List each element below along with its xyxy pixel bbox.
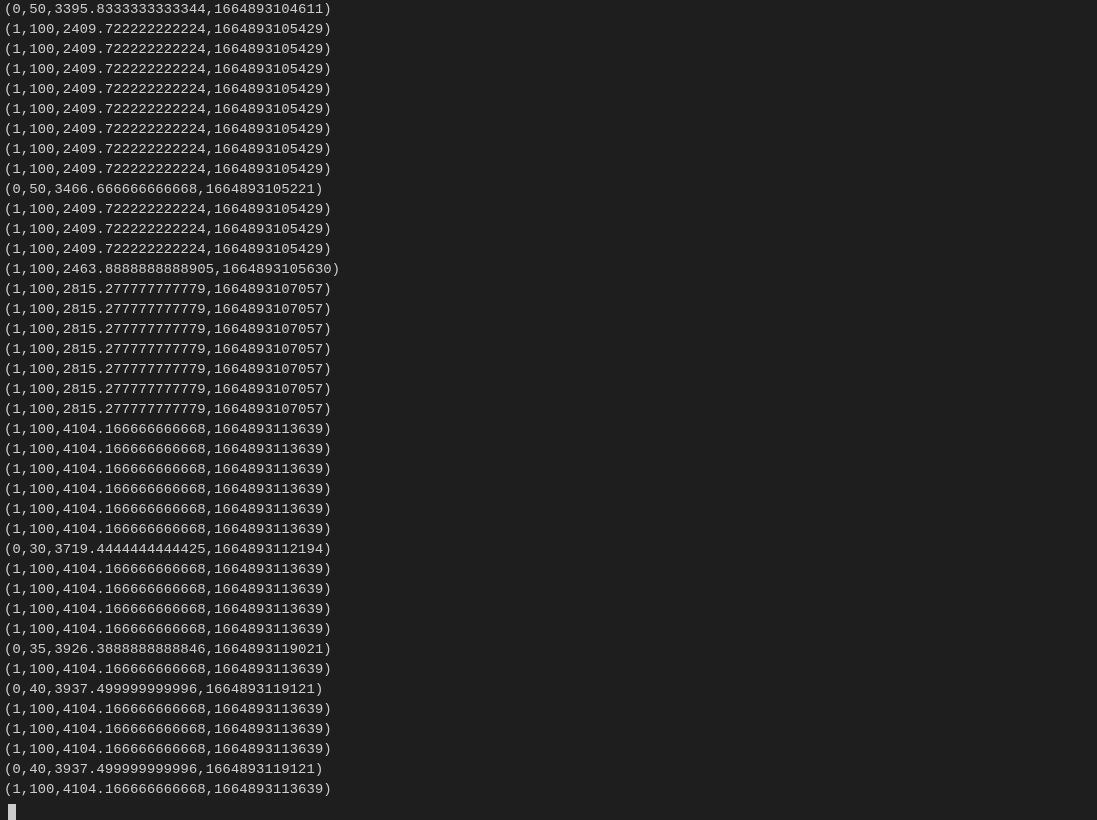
- output-line: (1,100,2409.722222222224,1664893105429): [0, 240, 1097, 260]
- output-line: (1,100,4104.166666666668,1664893113639): [0, 520, 1097, 540]
- terminal-output[interactable]: (0,50,3395.8333333333344,1664893104611)(…: [0, 0, 1097, 820]
- output-line: (1,100,2409.722222222224,1664893105429): [0, 200, 1097, 220]
- output-line: (1,100,4104.166666666668,1664893113639): [0, 480, 1097, 500]
- output-line: (1,100,2409.722222222224,1664893105429): [0, 20, 1097, 40]
- output-line: (1,100,2409.722222222224,1664893105429): [0, 40, 1097, 60]
- output-line: (1,100,4104.166666666668,1664893113639): [0, 720, 1097, 740]
- output-line: (1,100,2409.722222222224,1664893105429): [0, 100, 1097, 120]
- output-line: (1,100,2409.722222222224,1664893105429): [0, 120, 1097, 140]
- output-line: (1,100,4104.166666666668,1664893113639): [0, 580, 1097, 600]
- output-line: (1,100,2815.277777777779,1664893107057): [0, 400, 1097, 420]
- output-line: (1,100,2409.722222222224,1664893105429): [0, 140, 1097, 160]
- output-line: (1,100,4104.166666666668,1664893113639): [0, 780, 1097, 800]
- output-line: (1,100,4104.166666666668,1664893113639): [0, 420, 1097, 440]
- output-line: (0,35,3926.3888888888846,1664893119021): [0, 640, 1097, 660]
- cursor-line: [0, 800, 1097, 820]
- output-line: (1,100,2409.722222222224,1664893105429): [0, 60, 1097, 80]
- output-line: (0,40,3937.499999999996,1664893119121): [0, 680, 1097, 700]
- output-line: (1,100,4104.166666666668,1664893113639): [0, 740, 1097, 760]
- output-line: (1,100,4104.166666666668,1664893113639): [0, 620, 1097, 640]
- output-line: (1,100,2409.722222222224,1664893105429): [0, 160, 1097, 180]
- cursor: [8, 804, 16, 820]
- output-line: (1,100,4104.166666666668,1664893113639): [0, 460, 1097, 480]
- output-line: (1,100,4104.166666666668,1664893113639): [0, 500, 1097, 520]
- output-line: (1,100,4104.166666666668,1664893113639): [0, 660, 1097, 680]
- output-line: (1,100,2409.722222222224,1664893105429): [0, 220, 1097, 240]
- output-line: (1,100,2815.277777777779,1664893107057): [0, 280, 1097, 300]
- output-line: (1,100,2815.277777777779,1664893107057): [0, 340, 1097, 360]
- output-line: (1,100,4104.166666666668,1664893113639): [0, 560, 1097, 580]
- output-line: (1,100,2815.277777777779,1664893107057): [0, 360, 1097, 380]
- output-line: (1,100,4104.166666666668,1664893113639): [0, 600, 1097, 620]
- output-line: (1,100,4104.166666666668,1664893113639): [0, 700, 1097, 720]
- output-line: (0,50,3395.8333333333344,1664893104611): [0, 0, 1097, 20]
- output-line: (1,100,2815.277777777779,1664893107057): [0, 380, 1097, 400]
- output-line: (0,40,3937.499999999996,1664893119121): [0, 760, 1097, 780]
- output-line: (1,100,2815.277777777779,1664893107057): [0, 320, 1097, 340]
- output-line: (1,100,2463.8888888888905,1664893105630): [0, 260, 1097, 280]
- output-line: (1,100,4104.166666666668,1664893113639): [0, 440, 1097, 460]
- output-line: (0,50,3466.666666666668,1664893105221): [0, 180, 1097, 200]
- output-line: (1,100,2409.722222222224,1664893105429): [0, 80, 1097, 100]
- output-line: (0,30,3719.4444444444425,1664893112194): [0, 540, 1097, 560]
- output-line: (1,100,2815.277777777779,1664893107057): [0, 300, 1097, 320]
